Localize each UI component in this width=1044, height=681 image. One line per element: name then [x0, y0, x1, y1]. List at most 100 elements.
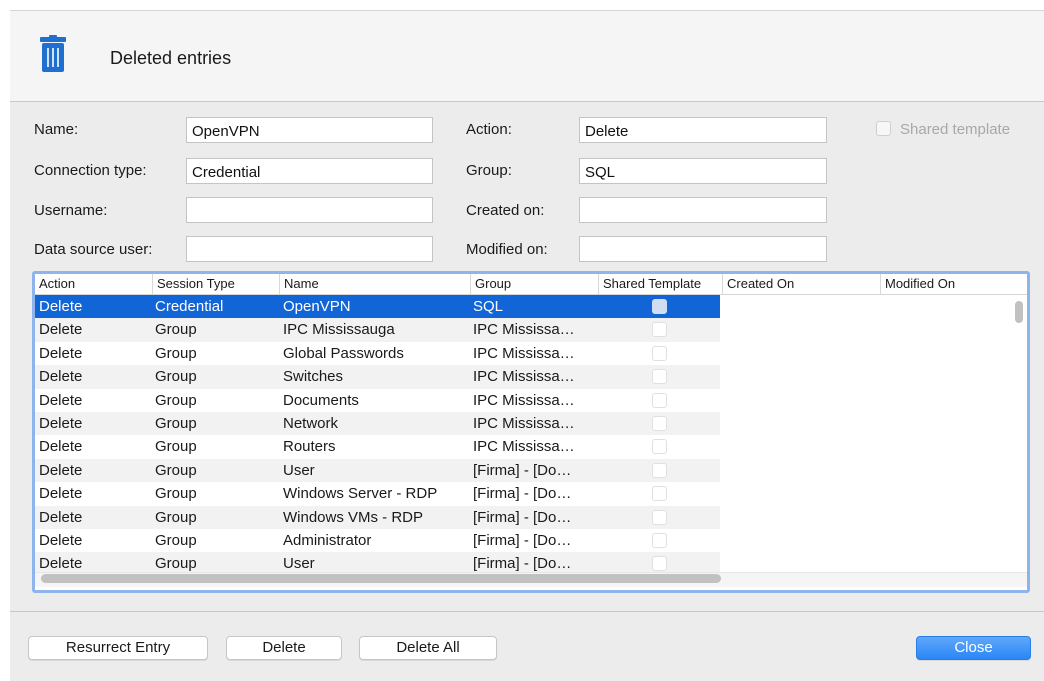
- shared-template-label: Shared template: [900, 121, 1011, 138]
- cell-name: Windows VMs - RDP: [283, 508, 424, 526]
- column-header-session-type[interactable]: Session Type: [153, 274, 280, 294]
- shared-template-cell-checkbox[interactable]: [652, 392, 667, 408]
- shared-template-cell-checkbox[interactable]: [652, 322, 667, 338]
- connection-type-label: Connection type:: [34, 162, 147, 179]
- cell-session-type: Group: [155, 368, 197, 386]
- table-row[interactable]: Delete Group Administrator [Firma] - [Do…: [35, 529, 720, 552]
- shared-template-cell-checkbox[interactable]: [652, 556, 667, 572]
- cell-action: Delete: [39, 508, 83, 526]
- cell-group: IPC Mississa…: [473, 321, 575, 339]
- group-label: Group:: [466, 162, 512, 179]
- trash-icon: [40, 35, 66, 72]
- cell-group: IPC Mississa…: [473, 344, 575, 362]
- table-row[interactable]: Delete Group Routers IPC Mississa…: [35, 435, 720, 458]
- connection-type-field[interactable]: Credential: [186, 158, 433, 184]
- cell-action: Delete: [39, 415, 83, 432]
- shared-template-cell-checkbox[interactable]: [652, 509, 667, 525]
- cell-name: Windows Server - RDP: [283, 485, 438, 503]
- table-row[interactable]: Delete Group Documents IPC Mississa…: [35, 389, 720, 412]
- deleted-entries-table[interactable]: Action Session Type Name Group Shared Te…: [32, 271, 1030, 593]
- name-field[interactable]: OpenVPN: [186, 117, 433, 143]
- shared-template-cell-checkbox[interactable]: [652, 299, 667, 314]
- cell-session-type: Group: [155, 461, 197, 479]
- cell-name: Routers: [283, 438, 336, 456]
- table-row[interactable]: Delete Group Windows Server - RDP [Firma] -…: [35, 482, 720, 505]
- data-source-user-label: Data source user:: [34, 241, 153, 258]
- delete-all-button[interactable]: Delete All: [359, 636, 497, 660]
- cell-session-type: Group: [155, 438, 197, 456]
- cell-action: Delete: [39, 461, 83, 479]
- cell-name: IPC Mississauga: [283, 321, 395, 339]
- shared-template-cell-checkbox[interactable]: [652, 416, 667, 431]
- table-header: Action Session Type Name Group Shared Te…: [35, 274, 1027, 295]
- shared-template-cell-checkbox[interactable]: [652, 345, 667, 361]
- shared-template-cell-checkbox[interactable]: [652, 369, 667, 385]
- cell-action: Delete: [39, 391, 83, 409]
- action-label: Action:: [466, 121, 512, 138]
- cell-group: [Firma] - [Do…: [473, 508, 572, 526]
- column-header-shared-template[interactable]: Shared Template: [599, 274, 723, 294]
- column-header-name[interactable]: Name: [280, 274, 471, 294]
- horizontal-scrollbar[interactable]: [41, 574, 721, 583]
- cell-name: Administrator: [283, 532, 372, 549]
- cell-action: Delete: [39, 321, 83, 339]
- cell-session-type: Group: [155, 415, 197, 432]
- table-row[interactable]: Delete Group Network IPC Mississa…: [35, 412, 720, 436]
- username-field[interactable]: [186, 197, 433, 223]
- cell-name: OpenVPN: [283, 298, 351, 315]
- table-body: Delete Credential OpenVPN SQL Delete Group IPC…: [35, 295, 1027, 585]
- username-label: Username:: [34, 202, 108, 219]
- table-row[interactable]: Delete Credential OpenVPN SQL: [35, 295, 720, 319]
- cell-session-type: Group: [155, 508, 197, 526]
- cell-action: Delete: [39, 298, 83, 315]
- cell-name: Global Passwords: [283, 344, 404, 362]
- created-on-label: Created on:: [466, 202, 545, 219]
- table-row[interactable]: Delete Group Global Passwords IPC Mississa…: [35, 342, 720, 365]
- cell-action: Delete: [39, 368, 83, 386]
- data-source-user-field[interactable]: [186, 236, 433, 262]
- cell-group: IPC Mississa…: [473, 368, 575, 386]
- deleted-entries-dialog: Deleted entries Name: OpenVPN Connection…: [10, 10, 1044, 681]
- cell-session-type: Group: [155, 344, 197, 362]
- shared-template-cell-checkbox[interactable]: [652, 533, 667, 548]
- created-on-field[interactable]: [579, 197, 827, 223]
- cell-action: Delete: [39, 485, 83, 503]
- cell-group: SQL: [473, 298, 504, 315]
- cell-action: Delete: [39, 438, 83, 456]
- vertical-scrollbar[interactable]: [1015, 301, 1023, 323]
- cell-group: IPC Mississa…: [473, 391, 575, 409]
- footer-divider: [10, 611, 1044, 612]
- shared-template-cell-checkbox[interactable]: [652, 486, 667, 502]
- shared-template-cell-checkbox[interactable]: [652, 462, 667, 478]
- shared-template-cell-checkbox[interactable]: [652, 439, 667, 455]
- modified-on-field[interactable]: [579, 236, 827, 262]
- cell-name: Documents: [283, 391, 359, 409]
- column-header-action[interactable]: Action: [35, 274, 153, 294]
- cell-group: [Firma] - [Do…: [473, 461, 572, 479]
- group-field[interactable]: SQL: [579, 158, 827, 184]
- cell-session-type: Group: [155, 485, 197, 503]
- column-header-modified-on[interactable]: Modified On: [881, 274, 1027, 294]
- cell-session-type: Group: [155, 321, 197, 339]
- resurrect-entry-button[interactable]: Resurrect Entry: [28, 636, 208, 660]
- cell-group: IPC Mississa…: [473, 438, 575, 456]
- dialog-header: Deleted entries: [10, 11, 1044, 102]
- cell-name: Switches: [283, 368, 344, 386]
- delete-button[interactable]: Delete: [226, 636, 342, 660]
- table-row[interactable]: Delete Group IPC Mississauga IPC Mississa…: [35, 318, 720, 342]
- shared-template-checkbox[interactable]: [876, 121, 891, 136]
- cell-group: [Firma] - [Do…: [473, 532, 572, 549]
- table-row[interactable]: Delete Group User [Firma] - [Do…: [35, 458, 720, 483]
- action-field[interactable]: Delete: [579, 117, 827, 143]
- column-header-created-on[interactable]: Created On: [723, 274, 881, 294]
- cell-action: Delete: [39, 532, 83, 549]
- name-label: Name:: [34, 121, 79, 138]
- cell-group: IPC Mississa…: [473, 415, 575, 432]
- table-row[interactable]: Delete Group Switches IPC Mississa…: [35, 365, 720, 389]
- cell-name: User: [283, 461, 315, 479]
- table-row[interactable]: Delete Group Windows VMs - RDP [Firma] - [D…: [35, 505, 720, 529]
- column-header-group[interactable]: Group: [471, 274, 599, 294]
- modified-on-label: Modified on:: [466, 241, 548, 258]
- cell-session-type: Credential: [155, 298, 224, 315]
- close-button[interactable]: Close: [916, 636, 1031, 660]
